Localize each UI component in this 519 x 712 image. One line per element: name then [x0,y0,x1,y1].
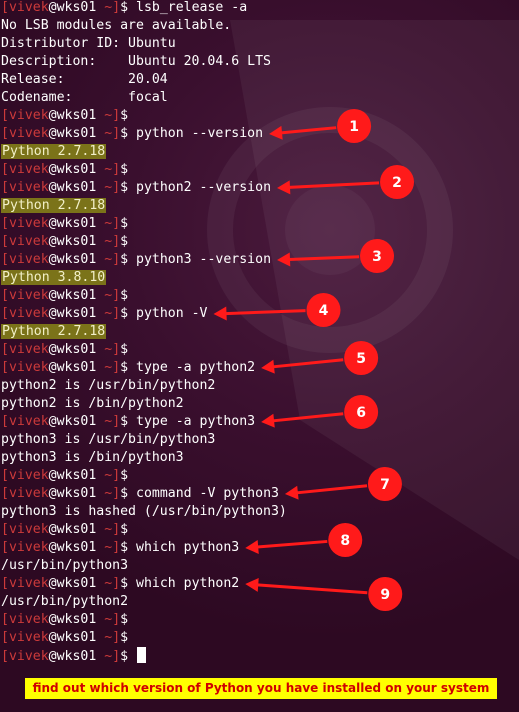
annotation-number: 8 [340,533,350,549]
annotation-arrow-shaft [225,309,306,316]
annotation-arrow-shaft [272,358,344,369]
annotation-layer: 1 2 3 4 5 6 7 8 9 [213,109,415,611]
arrow-head-icon [284,485,299,500]
caption-banner: find out which version of Python you hav… [25,678,497,699]
terminal-window[interactable]: [vivek@wks01 ~]$ lsb_release -a No LSB mo… [0,0,519,712]
arrow-head-icon [245,577,259,592]
annotation-5: 5 [261,341,379,375]
annotation-arrow-shaft [288,181,380,189]
annotation-3: 3 [277,239,395,273]
arrow-head-icon [269,125,283,140]
annotation-number: 1 [349,119,359,135]
arrow-head-icon [277,252,291,267]
annotation-number: 6 [356,405,366,421]
annotation-number: 5 [356,351,366,367]
annotation-4: 4 [213,293,341,327]
annotation-number: 4 [319,303,329,319]
annotation-number: 2 [392,175,402,191]
annotation-number: 7 [380,477,390,493]
arrow-head-icon [245,539,259,554]
annotation-number: 3 [372,249,382,265]
arrow-head-icon [277,180,291,195]
annotation-arrow-shaft [272,412,344,423]
annotation-number: 9 [380,587,390,603]
annotation-arrow-shaft [288,255,360,262]
annotation-9: 9 [245,577,403,611]
annotation-arrow-shaft [296,484,368,495]
annotation-8: 8 [245,523,363,557]
annotation-arrow-shaft [257,583,368,595]
arrow-head-icon [261,359,275,374]
annotation-2: 2 [277,165,415,199]
annotation-arrow-shaft [257,539,328,549]
annotation-6: 6 [261,395,379,429]
annotation-arrow-shaft [280,126,337,135]
annotation-1: 1 [269,109,372,143]
annotation-7: 7 [284,467,402,501]
arrow-head-icon [213,306,227,321]
arrow-head-icon [261,413,275,428]
